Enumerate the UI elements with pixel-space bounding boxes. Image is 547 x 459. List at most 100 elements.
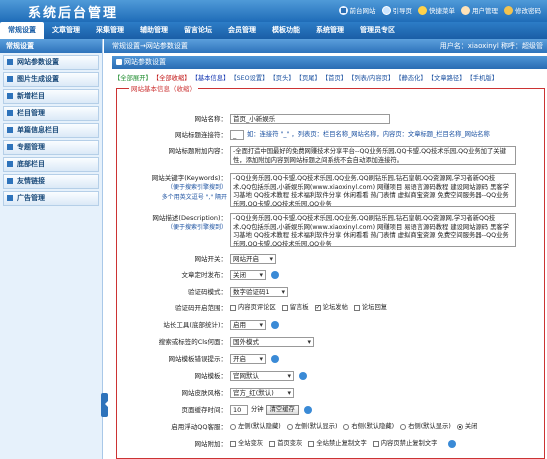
guide-page-link[interactable]: 引导页: [381, 5, 412, 15]
extra-site-nocopy[interactable]: 全站禁止复制文字: [308, 439, 367, 449]
account-info: 用户名：xiaoxinyl 称呼：超级管: [439, 42, 543, 50]
row-title-suffix: 网站标题附加内容： -全面打造中国最好的免费网赚技术分享平台--QQ业务乐园,Q…: [117, 146, 546, 165]
radio[interactable]: [400, 424, 407, 430]
filter-mobile[interactable]: 【手机版】: [467, 73, 498, 82]
site-switch-select[interactable]: 网站开启: [230, 254, 276, 264]
template-select[interactable]: 官网默认: [230, 371, 294, 381]
description-label: 网站描述(Description)： （便于搜索引擎搜到）: [152, 214, 227, 231]
menu-tab-system[interactable]: 系统管理: [308, 22, 352, 39]
menu-tab-general[interactable]: 常规设置: [0, 22, 44, 39]
filter-seo[interactable]: 【SEO设置】: [230, 73, 268, 82]
sidebar-item-topics[interactable]: 专题管理: [3, 140, 99, 155]
toolbar-select[interactable]: 启用: [230, 320, 266, 330]
row-timed-publish: 文章定时发布： 关闭: [117, 270, 546, 280]
menu-tab-templates[interactable]: 模板功能: [264, 22, 308, 39]
top-header: 系统后台管理 前台网站 引导页 快捷菜单 用户管理 修改密码: [0, 0, 547, 22]
help-icon[interactable]: [448, 440, 457, 448]
qq-off[interactable]: 关闭: [456, 422, 477, 432]
filter-header[interactable]: 【页头】: [269, 73, 294, 82]
sidebar-item-friend-links[interactable]: 友情链接: [3, 174, 99, 189]
change-password-link[interactable]: 修改密码: [504, 5, 541, 15]
checkbox[interactable]: [230, 305, 236, 311]
radio[interactable]: [343, 424, 350, 430]
template-error-select[interactable]: 开启: [230, 354, 266, 364]
qq-right-shown[interactable]: 右侧(默认显示): [400, 422, 451, 432]
row-cache: 页面缓存时间： 10 分钟 清空缓存: [117, 405, 546, 415]
star-icon: [418, 5, 427, 15]
checkbox[interactable]: [281, 305, 288, 311]
help-icon[interactable]: [303, 406, 312, 414]
filter-static[interactable]: 【静态化】: [395, 73, 426, 82]
quick-menu-link[interactable]: 快捷菜单: [418, 5, 455, 15]
clear-cache-button[interactable]: 清空缓存: [265, 405, 299, 415]
extra-site-gray[interactable]: 全站变灰: [230, 439, 263, 449]
filter-list-content[interactable]: 【列表/内容页】: [348, 73, 394, 82]
checkbox[interactable]: [372, 441, 379, 447]
search-range-select[interactable]: 国外模式: [230, 337, 314, 347]
section-legend[interactable]: 网站基本信息（收缩）: [129, 83, 198, 93]
menu-tab-articles[interactable]: 文章管理: [44, 22, 88, 39]
basic-info-section: 网站基本信息（收缩） 网站名称： 首页_小新娱乐 网站标题连接符： _ 如：连接…: [116, 83, 546, 459]
menu-tab-admin[interactable]: 管理员专区: [352, 22, 403, 39]
captcha-scope-forum-reply[interactable]: 论坛回复: [353, 303, 387, 313]
qq-right-hidden[interactable]: 右侧(默认隐藏): [343, 422, 394, 432]
description-textarea[interactable]: -QQ业务乐园,QQ卡盟,QQ技术乐园,QQ业务,QQ刷钻乐园,钻石皇朝,QQ资…: [230, 213, 516, 247]
title-link-input[interactable]: _: [230, 130, 244, 140]
sidebar-item-single-page[interactable]: 单篇信息栏目: [3, 123, 99, 138]
row-template: 网站模板： 官网默认: [117, 371, 546, 381]
row-captcha-scope: 验证码开启范围： 内容页评论区 留言板 论坛发帖 论坛回复: [117, 303, 546, 313]
filter-home[interactable]: 【首页】: [322, 73, 347, 82]
title-suffix-textarea[interactable]: -全面打造中国最好的免费网赚技术分享平台--QQ业务乐园,QQ卡盟,QQ技术乐园…: [230, 146, 516, 165]
site-name-input[interactable]: 首页_小新娱乐: [230, 114, 390, 124]
sidebar-collapse-handle[interactable]: [101, 393, 108, 417]
help-icon[interactable]: [271, 271, 279, 279]
filter-expand-all[interactable]: 【全部展开】: [114, 73, 152, 82]
radio-selected[interactable]: [456, 424, 463, 430]
row-site-switch: 网站开关： 网站开启: [117, 254, 546, 264]
menu-tab-members[interactable]: 会员管理: [220, 22, 264, 39]
row-extra: 网站附加： 全站变灰 首页变灰 全站禁止复制文字 内容页禁止复制文字: [117, 439, 546, 449]
radio[interactable]: [230, 424, 236, 430]
sidebar-item-add-column[interactable]: 新增栏目: [3, 89, 99, 104]
sidebar-item-site-params[interactable]: 网站参数设置: [3, 55, 99, 70]
timed-publish-select[interactable]: 关闭: [230, 270, 266, 280]
filter-article-path[interactable]: 【文章路径】: [428, 73, 466, 82]
extra-content-nocopy[interactable]: 内容页禁止复制文字: [372, 439, 437, 449]
cache-time-input[interactable]: 10: [230, 405, 248, 415]
checkbox[interactable]: [269, 441, 276, 447]
menu-tab-forum[interactable]: 留言论坛: [176, 22, 220, 39]
captcha-select[interactable]: 数字验证码1: [230, 287, 288, 297]
row-skin: 网站皮肤风格： 官方_红(默认): [117, 388, 546, 398]
row-search-range: 搜索或标签的Cls何面： 国外模式: [117, 337, 546, 347]
filter-footer[interactable]: 【页尾】: [296, 73, 321, 82]
row-site-name: 网站名称： 首页_小新娱乐: [117, 114, 546, 124]
app-title: 系统后台管理: [28, 6, 119, 21]
radio[interactable]: [286, 424, 293, 430]
help-icon[interactable]: [271, 321, 279, 329]
sidebar-item-image-settings[interactable]: 图片生成设置: [3, 72, 99, 87]
menu-tab-auxiliary[interactable]: 辅助管理: [132, 22, 176, 39]
help-icon[interactable]: [299, 372, 307, 380]
user-manage-link[interactable]: 用户管理: [461, 5, 498, 15]
filter-collapse-all[interactable]: 【全部收缩】: [153, 73, 191, 82]
qq-left-hidden[interactable]: 左侧(默认隐藏): [230, 422, 281, 432]
menu-tab-collect[interactable]: 采集管理: [88, 22, 132, 39]
checkbox[interactable]: [308, 441, 315, 447]
captcha-scope-guestbook[interactable]: 留言板: [281, 303, 309, 313]
captcha-scope-forum-post[interactable]: 论坛发帖: [314, 303, 348, 313]
help-icon[interactable]: [271, 355, 279, 363]
sidebar-item-ads[interactable]: 广告管理: [3, 191, 99, 206]
checkbox-checked[interactable]: [314, 303, 321, 313]
extra-home-gray[interactable]: 首页变灰: [269, 439, 302, 449]
keywords-textarea[interactable]: -QQ业务乐园,QQ卡盟,QQ技术乐园,QQ业务,QQ刷钻乐园,钻石皇朝,QQ资…: [230, 173, 516, 207]
checkbox[interactable]: [230, 441, 236, 447]
keywords-label: 网站关键字(Keywords)： （便于搜索引擎搜到） 多个用英文逗号 "," 隔开: [151, 174, 227, 201]
checkbox[interactable]: [353, 305, 360, 311]
skin-select[interactable]: 官方_红(默认): [230, 388, 294, 398]
qq-left-shown[interactable]: 左侧(默认显示): [286, 422, 337, 432]
sidebar-item-footer-column[interactable]: 底部栏目: [3, 157, 99, 172]
captcha-scope-comments[interactable]: 内容页评论区: [230, 303, 276, 313]
sidebar-item-column-manage[interactable]: 栏目管理: [3, 106, 99, 121]
filter-basic-info[interactable]: 【基本信息】: [192, 73, 230, 82]
front-site-link[interactable]: 前台网站: [338, 5, 376, 15]
